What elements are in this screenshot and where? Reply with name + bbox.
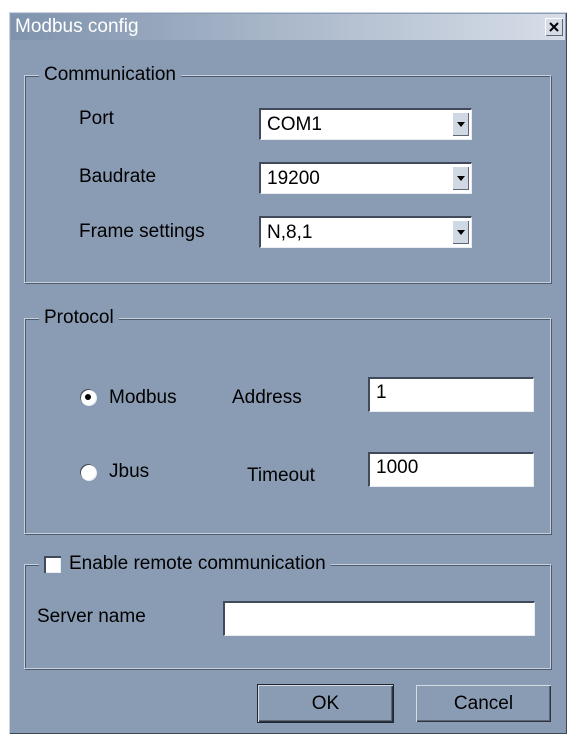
server-name-label: Server name [37,606,146,627]
protocol-legend: Protocol [39,306,119,330]
enable-remote-legend[interactable]: Enable remote communication [39,552,331,576]
port-label: Port [79,108,114,129]
enable-remote-label[interactable]: Enable remote communication [69,552,326,576]
chevron-down-icon [456,229,465,235]
chevron-down-icon [456,175,465,181]
communication-legend: Communication [39,63,181,87]
close-button[interactable] [545,18,563,36]
jbus-radio[interactable] [80,464,96,480]
port-dropdown-button[interactable] [452,112,469,136]
timeout-label: Timeout [247,465,315,486]
baudrate-select[interactable]: 19200 [259,162,472,194]
baudrate-dropdown-button[interactable] [452,166,469,190]
frame-settings-value: N,8,1 [267,222,313,243]
address-label: Address [232,387,302,408]
modbus-config-dialog: Modbus config Communication Port COM1 Ba… [9,12,567,734]
modbus-label[interactable]: Modbus [109,386,177,410]
communication-group: Communication Port COM1 Baudrate 19200 F… [24,63,551,283]
modbus-radio[interactable] [80,389,96,405]
baudrate-label: Baudrate [79,166,157,187]
protocol-group: Protocol Modbus Address 1 Jbus Timeout 1… [24,306,551,534]
close-icon [549,22,559,32]
frame-settings-label: Frame settings [79,221,205,242]
chevron-down-icon [456,121,465,127]
server-name-input[interactable] [223,601,535,636]
frame-settings-select[interactable]: N,8,1 [259,216,472,248]
enable-remote-checkbox[interactable] [44,555,61,573]
timeout-input[interactable]: 1000 [368,452,534,487]
jbus-label[interactable]: Jbus [109,460,149,484]
remote-communication-group: Enable remote communication Server name [24,552,551,669]
address-input[interactable]: 1 [368,377,534,412]
ok-button[interactable]: OK [257,684,394,723]
radio-selected-dot [85,394,91,400]
cancel-button[interactable]: Cancel [416,685,551,722]
frame-settings-dropdown-button[interactable] [452,220,469,244]
title-bar[interactable]: Modbus config [11,14,565,40]
window-title: Modbus config [15,16,139,37]
port-value: COM1 [267,114,322,135]
port-select[interactable]: COM1 [259,108,472,140]
baudrate-value: 19200 [267,168,320,189]
